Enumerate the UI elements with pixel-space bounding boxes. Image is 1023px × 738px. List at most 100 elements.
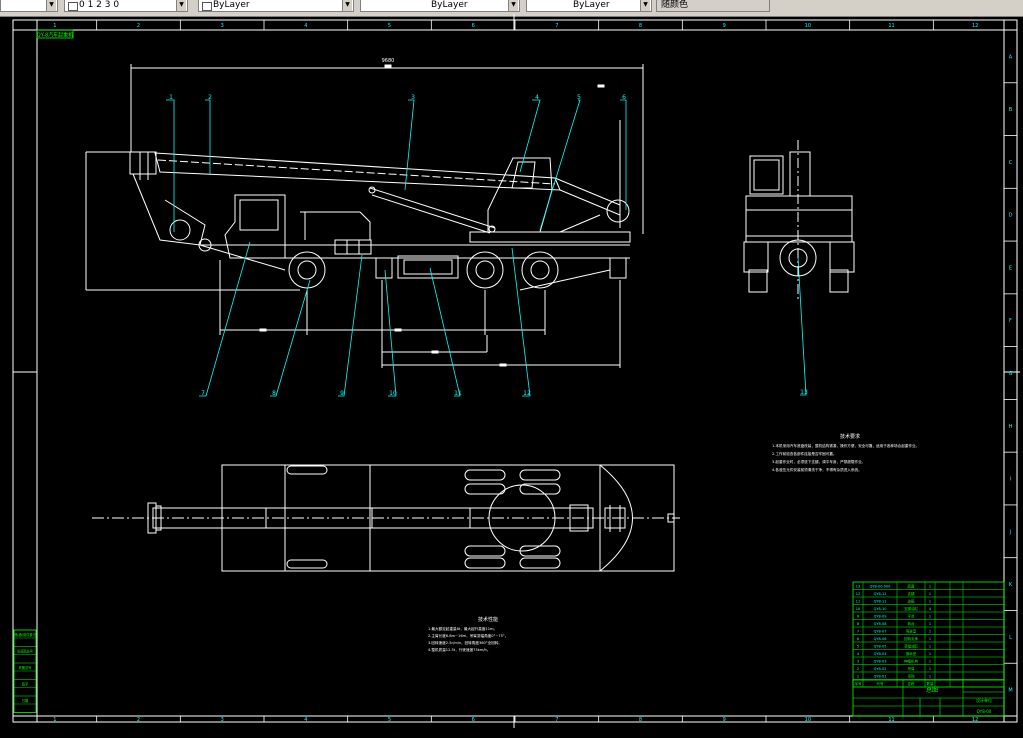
- crane-front-view: [743, 140, 855, 300]
- bom-cell: 3: [857, 660, 859, 664]
- callout-number: 2: [208, 94, 212, 101]
- left-strip-table: 借(通)用件登记旧底图总号底图总号签字日期: [13, 629, 37, 713]
- bom-cell: 6: [857, 637, 859, 641]
- zone-col-label: 5: [388, 23, 391, 29]
- crane-top-view: [92, 464, 680, 572]
- zone-row-label: A: [1009, 54, 1013, 60]
- zone-row-label: H: [1009, 424, 1013, 430]
- bom-cell: QY8-01: [874, 675, 887, 679]
- zone-row-label: F: [1009, 318, 1012, 324]
- bom-cell: QY8-10: [874, 607, 887, 611]
- zone-row-label: I: [1010, 477, 1011, 483]
- left-strip-cell: 日期: [22, 698, 28, 703]
- bom-cell: 1: [929, 652, 931, 656]
- title-box-text: QY-8汽车起重机: [37, 32, 73, 39]
- zone-col-label: 7: [555, 717, 558, 723]
- bom-cell: 转台: [908, 621, 916, 626]
- bom-cell: 伸缩机构: [904, 659, 918, 664]
- bom-cell: QY8-06: [874, 637, 887, 641]
- zone-row-label: E: [1009, 265, 1012, 271]
- zone-col-label: 9: [723, 717, 726, 723]
- zone-row-label: L: [1009, 635, 1012, 641]
- zone-col-label: 2: [137, 23, 140, 29]
- zone-col-label: 6: [472, 717, 475, 723]
- bom-cell: 13: [856, 585, 860, 589]
- tech-req-line: 3.起重作业时，必须放下支腿，调平车身，严禁超载作业。: [772, 459, 865, 464]
- bom-cell: 1: [929, 667, 931, 671]
- tech-perf-line: 1.最大额定起重量8t，最大起升高度11m。: [428, 626, 497, 631]
- bom-cell: 1: [929, 600, 931, 604]
- zone-col-label: 1: [53, 717, 56, 723]
- callout-number: 5: [577, 94, 581, 101]
- bom-cell: 2: [857, 667, 859, 671]
- zone-ticks: 112233445566778899101011111212ABCDEFGHIJ…: [53, 20, 1017, 723]
- zone-col-label: 10: [805, 23, 811, 29]
- bom-header-cell: 代号: [877, 681, 885, 686]
- callout-number: 8: [272, 390, 276, 397]
- zone-row-label: C: [1009, 160, 1013, 166]
- callout-number: 3: [411, 94, 415, 101]
- callout-number: 10: [389, 390, 397, 397]
- tech-req-line: 2.工作前检查各部件连接是否牢固可靠。: [772, 451, 837, 456]
- zone-col-label: 11: [888, 717, 894, 723]
- bom-cell: 回转支承: [904, 636, 918, 641]
- tech-requirements-1: 技术要求 1.本机采用汽车底盘改装，整机结构紧凑，操作方便，安全可靠，适用于各种…: [772, 433, 919, 472]
- title-block-drawing-no: QY8-00: [977, 709, 992, 714]
- callout-number: 12: [523, 390, 531, 397]
- dimension-top-text: 9680: [382, 58, 395, 64]
- bom-cell: 8: [857, 622, 859, 626]
- callout-number: 6: [622, 94, 626, 101]
- bom-cell: 1: [929, 592, 931, 596]
- drawing-frame: [12, 14, 1020, 728]
- bom-cell: 5: [857, 645, 859, 649]
- bom-table: 13 QY8-00-000 底盘 112 QY8-12 支腿 111 QY8-11 油箱 110 Q…: [852, 581, 1005, 688]
- title-block-name: 总图: [926, 686, 938, 694]
- bom-cell: 9: [857, 615, 859, 619]
- callout-number: 13: [800, 389, 808, 396]
- bom-cell: 12: [856, 592, 860, 596]
- zone-col-label: 4: [304, 23, 307, 29]
- callout-number: 9: [340, 390, 344, 397]
- drawing-canvas[interactable]: 112233445566778899101011111212ABCDEFGHIJ…: [0, 0, 1023, 738]
- zone-row-label: M: [1008, 688, 1012, 694]
- bom-cell: 吊钩: [908, 674, 916, 679]
- bom-cell: QY8-12: [874, 592, 887, 596]
- bom-cell: QY8-09: [874, 615, 887, 619]
- bom-cell: QY8-04: [874, 652, 888, 656]
- callout-number: 11: [454, 390, 462, 397]
- zone-col-label: 11: [888, 23, 894, 29]
- bom-cell: 1: [929, 660, 931, 664]
- tech-perf-line: 4.整机质量12.5t，行驶速度75km/h。: [428, 647, 490, 652]
- bom-cell: 操纵室: [906, 651, 917, 656]
- left-strip-cell: 旧底图总号: [17, 649, 33, 654]
- left-strip-cell: 签字: [22, 682, 28, 687]
- zone-col-label: 8: [639, 23, 642, 29]
- bom-header-cell: 序号: [855, 681, 863, 686]
- title-block-company: 设计单位: [976, 697, 992, 703]
- bom-cell: 底盘: [908, 584, 916, 589]
- zone-col-label: 9: [723, 23, 726, 29]
- bom-cell: QY8-11: [874, 600, 887, 604]
- bom-cell: 7: [857, 630, 859, 634]
- left-strip-cell: 借(通)用件登记: [14, 632, 36, 637]
- bom-cell: 4: [857, 652, 860, 656]
- zone-row-label: G: [1009, 371, 1013, 377]
- callout-number: 1: [169, 94, 173, 101]
- zone-row-label: B: [1009, 107, 1013, 113]
- bom-cell: 1: [857, 675, 859, 679]
- zone-col-label: 8: [639, 717, 642, 723]
- zone-col-label: 12: [972, 717, 978, 723]
- status-bar: [0, 728, 1023, 738]
- tech-req-line: 4.各液压元件安装前须清洗干净，不得有杂质进入系统。: [772, 467, 862, 472]
- zone-col-label: 2: [137, 717, 140, 723]
- zone-col-label: 3: [221, 23, 224, 29]
- bom-header-cell: 数量: [927, 681, 935, 686]
- callout-number: 4: [535, 94, 539, 101]
- crane-side-view: 9680: [85, 58, 644, 368]
- zone-col-label: 3: [221, 717, 224, 723]
- zone-col-label: 1: [53, 23, 56, 29]
- zone-col-label: 12: [972, 23, 978, 29]
- bom-cell: QY8-03: [874, 660, 887, 664]
- left-strip-cell: 底图总号: [19, 665, 32, 670]
- bom-cell: QY8-07: [874, 630, 887, 634]
